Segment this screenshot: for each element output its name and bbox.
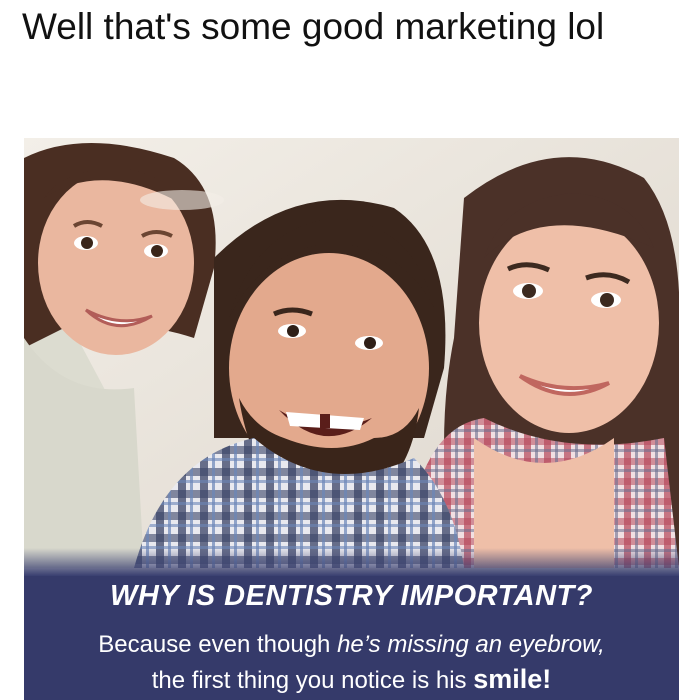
- ad-body-part4: smile!: [473, 664, 552, 694]
- ad-body-text: Because even though he’s missing an eyeb…: [24, 628, 679, 698]
- ad-image: WHY IS DENTISTRY IMPORTANT? Because even…: [24, 138, 679, 700]
- watermark-smudge: [140, 190, 224, 210]
- ad-body-part1: Because even though: [98, 631, 338, 658]
- post-caption: Well that's some good marketing lol: [22, 6, 605, 47]
- family-photo: [24, 138, 679, 568]
- ad-headline: WHY IS DENTISTRY IMPORTANT?: [110, 580, 593, 612]
- ad-body-part3: the first thing you notice is his: [151, 667, 474, 694]
- ad-body-part2: he’s missing an eyebrow,: [337, 631, 605, 658]
